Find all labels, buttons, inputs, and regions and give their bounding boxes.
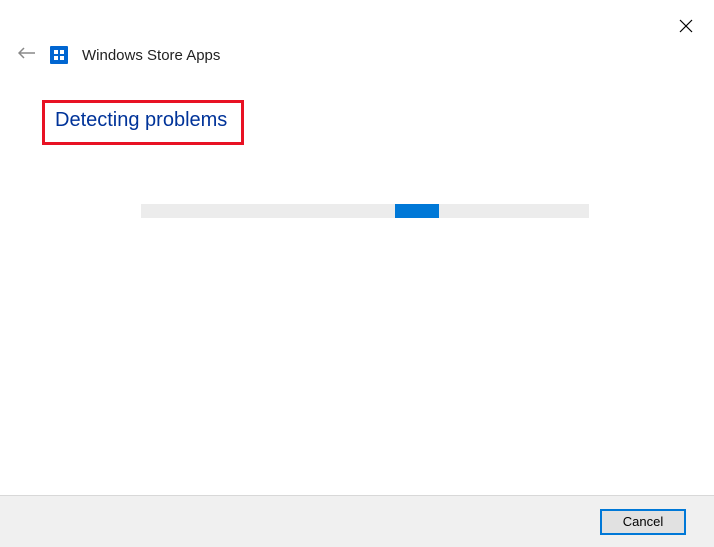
- footer: Cancel: [0, 495, 714, 547]
- header: Windows Store Apps: [18, 46, 220, 64]
- status-highlight-box: Detecting problems: [42, 100, 244, 145]
- close-button[interactable]: [676, 18, 696, 38]
- close-icon: [679, 19, 693, 38]
- window-title: Windows Store Apps: [82, 47, 220, 64]
- arrow-left-icon: [18, 46, 36, 64]
- progress-indicator: [395, 204, 439, 218]
- back-button[interactable]: [18, 46, 36, 64]
- cancel-button[interactable]: Cancel: [600, 509, 686, 535]
- progress-bar: [141, 204, 589, 218]
- status-heading: Detecting problems: [55, 109, 227, 132]
- store-app-icon: [50, 46, 68, 64]
